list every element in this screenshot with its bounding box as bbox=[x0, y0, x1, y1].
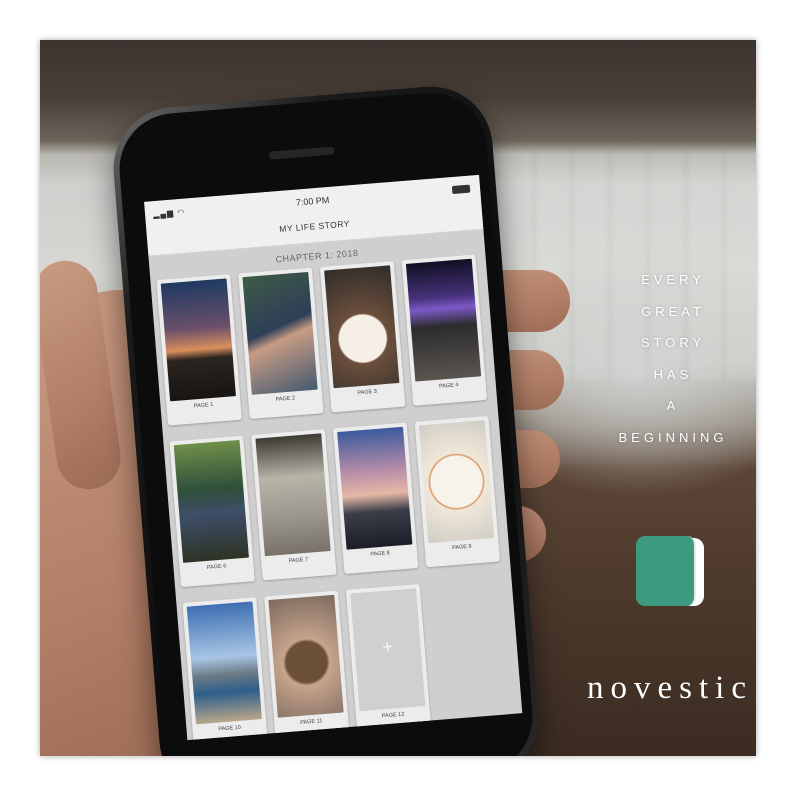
page-label: PAGE 12 bbox=[381, 711, 405, 720]
page-photo bbox=[405, 258, 482, 382]
page-card[interactable]: PAGE 2 bbox=[238, 267, 324, 420]
app-screen: ▂▄▆ ◠ 7:00 PM MY LIFE STORY CHAPTER 1: 2… bbox=[144, 174, 523, 741]
page-photo bbox=[268, 594, 344, 718]
empty-page-photo: + bbox=[350, 588, 426, 712]
page-photo bbox=[337, 426, 413, 550]
page-card[interactable]: PAGE 6 bbox=[169, 435, 255, 588]
tagline-line: GREAT bbox=[641, 303, 705, 319]
page-label: PAGE 11 bbox=[300, 718, 323, 726]
page-label: PAGE 2 bbox=[275, 395, 296, 403]
phone-bezel: ▂▄▆ ◠ 7:00 PM MY LIFE STORY CHAPTER 1: 2… bbox=[115, 88, 537, 756]
page-photo bbox=[242, 271, 318, 395]
page-label: PAGE 7 bbox=[288, 556, 309, 565]
page-label: PAGE 9 bbox=[451, 543, 472, 552]
speaker-grille bbox=[268, 146, 335, 160]
page-label: PAGE 4 bbox=[438, 382, 459, 390]
ad-canvas: ▂▄▆ ◠ 7:00 PM MY LIFE STORY CHAPTER 1: 2… bbox=[40, 40, 756, 756]
page-photo bbox=[324, 265, 400, 389]
tagline-line: A bbox=[666, 398, 680, 413]
add-page-card[interactable]: + PAGE 12 bbox=[345, 583, 432, 736]
page-card[interactable]: PAGE 9 bbox=[414, 415, 501, 568]
page-label: PAGE 3 bbox=[357, 388, 378, 397]
novestic-logo-icon bbox=[636, 536, 706, 608]
plus-icon[interactable]: + bbox=[354, 634, 421, 660]
page-label: PAGE 10 bbox=[218, 724, 242, 733]
page-card[interactable]: PAGE 7 bbox=[251, 429, 337, 581]
page-card[interactable]: PAGE 11 bbox=[264, 590, 350, 741]
page-card[interactable]: PAGE 3 bbox=[319, 260, 406, 413]
pages-grid: PAGE 1 PAGE 2 PAGE 3 PAGE 4 PAGE 6 PAGE … bbox=[150, 254, 522, 741]
smartphone: ▂▄▆ ◠ 7:00 PM MY LIFE STORY CHAPTER 1: 2… bbox=[108, 81, 544, 756]
logo-front-page bbox=[636, 536, 696, 606]
tagline-line: EVERY bbox=[641, 272, 705, 287]
tagline: EVERY GREAT STORY HAS A BEGINNING bbox=[588, 264, 756, 453]
page-card[interactable]: PAGE 10 bbox=[182, 597, 268, 741]
tagline-line: STORY bbox=[640, 335, 706, 350]
page-photo bbox=[418, 420, 495, 544]
brand-wordmark: novestic bbox=[587, 670, 753, 706]
page-label: PAGE 6 bbox=[206, 563, 227, 571]
tagline-line: HAS bbox=[653, 366, 693, 382]
page-photo bbox=[186, 601, 262, 725]
page-photo bbox=[173, 439, 249, 563]
page-photo bbox=[160, 278, 236, 402]
page-label: PAGE 8 bbox=[370, 550, 391, 558]
page-card[interactable]: PAGE 1 bbox=[156, 274, 242, 426]
page-label: PAGE 1 bbox=[193, 401, 214, 410]
page-card[interactable]: PAGE 8 bbox=[332, 422, 419, 574]
page-photo bbox=[255, 433, 331, 557]
battery-icon bbox=[451, 184, 471, 195]
tagline-line: BEGINNING bbox=[618, 429, 728, 445]
page-card[interactable]: PAGE 4 bbox=[401, 254, 488, 406]
